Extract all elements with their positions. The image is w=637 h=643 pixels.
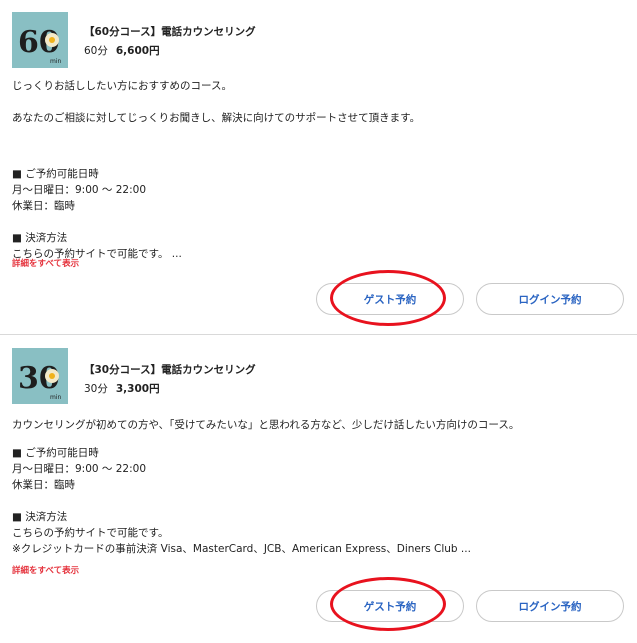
course-title: 【60分コース】電話カウンセリング <box>84 26 256 38</box>
desc-line: ■ 決済方法 <box>12 232 68 244</box>
desc-line: ■ ご予約可能日時 <box>12 168 99 180</box>
guest-reserve-button[interactable]: ゲスト予約 <box>316 590 464 622</box>
course-price: 6,600円 <box>115 45 160 57</box>
desc-line: こちらの予約サイトで可能です。 <box>12 527 169 539</box>
course-duration: 30分 <box>84 383 108 395</box>
course-title: 【30分コース】電話カウンセリング <box>84 364 256 376</box>
desc-line: じっくりお話ししたい方におすすめのコース。 <box>12 80 232 92</box>
desc-line: 休業日：臨時 <box>12 479 75 491</box>
desc-line: 月〜日曜日：9:00 〜 22:00 <box>12 184 147 196</box>
thumb-unit-text: min <box>50 394 62 401</box>
desc-line: あなたのご相談に対してじっくりお聞きし、解決に向けてのサポートさせて頂きます。 <box>12 112 421 124</box>
course-price: 3,300円 <box>115 383 160 395</box>
course-description: じっくりお話ししたい方におすすめのコース。 あなたのご相談に対してじっくりお聞き… <box>12 78 624 262</box>
login-reserve-button[interactable]: ログイン予約 <box>476 590 624 622</box>
course-card-30: 30 min 【30分コース】電話カウンセリング 30分 3,300円 カウンセリ… <box>0 336 637 643</box>
guest-reserve-button[interactable]: ゲスト予約 <box>316 283 464 315</box>
desc-line: ■ 決済方法 <box>12 511 68 523</box>
course-thumbnail: 30 min <box>12 348 68 404</box>
course-card-60: 60 min 【60分コース】電話カウンセリング 60分 6,600円 じっくりお… <box>0 0 637 334</box>
card-divider <box>0 334 637 335</box>
desc-line: ※クレジットカードの事前決済 Visa、MasterCard、JCB、Ameri… <box>12 543 471 555</box>
desc-line: 休業日：臨時 <box>12 200 75 212</box>
course-meta: 30分 3,300円 <box>84 381 160 396</box>
course-thumbnail: 60 min <box>12 12 68 68</box>
show-more-link[interactable]: 詳細をすべて表示 <box>12 564 79 576</box>
course-meta: 60分 6,600円 <box>84 43 160 58</box>
course-description: カウンセリングが初めての方や、「受けてみたいな」と思われる方など、少しだけ話した… <box>12 417 624 557</box>
desc-line: カウンセリングが初めての方や、「受けてみたいな」と思われる方など、少しだけ話した… <box>12 419 520 431</box>
desc-line: 月〜日曜日：9:00 〜 22:00 <box>12 463 147 475</box>
course-duration: 60分 <box>84 45 108 57</box>
desc-line: こちらの予約サイトで可能です。 ... <box>12 248 182 260</box>
login-reserve-button[interactable]: ログイン予約 <box>476 283 624 315</box>
show-more-link[interactable]: 詳細をすべて表示 <box>12 257 79 269</box>
thumb-unit-text: min <box>50 58 62 65</box>
desc-line: ■ ご予約可能日時 <box>12 447 99 459</box>
